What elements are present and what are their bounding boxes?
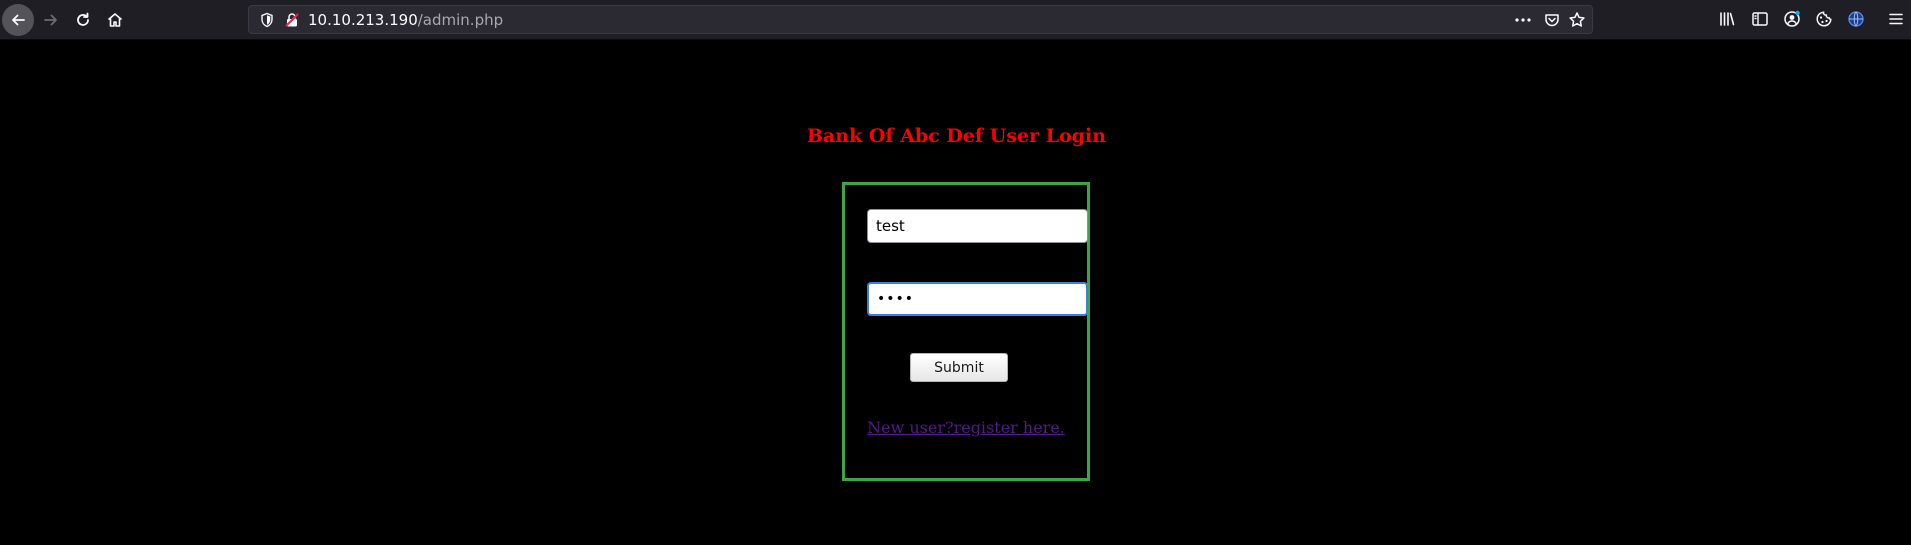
url-host: 10.10.213.190 (308, 11, 418, 29)
reload-button[interactable] (67, 4, 99, 36)
reload-icon (77, 12, 89, 26)
account-icon[interactable] (1783, 10, 1801, 32)
forward-arrow-icon (44, 14, 57, 26)
hamburger-menu-icon[interactable] (1887, 10, 1905, 32)
browser-toolbar: 10.10.213.190/admin.php (0, 0, 1911, 40)
globe-extension-icon[interactable] (1847, 10, 1865, 32)
login-form-box: Submit New user?register here. (842, 182, 1090, 481)
back-arrow-icon (12, 14, 25, 26)
back-button[interactable] (2, 4, 34, 36)
page-title: Bank Of Abc Def User Login (806, 125, 1107, 147)
page-actions-ellipsis-icon[interactable] (1514, 12, 1532, 32)
url-path: /admin.php (417, 11, 504, 29)
submit-button[interactable]: Submit (910, 353, 1008, 382)
tracking-protection-shield-icon[interactable] (259, 12, 275, 32)
password-input[interactable] (867, 282, 1088, 316)
register-link[interactable]: New user?register here. (863, 418, 1069, 437)
username-input[interactable] (867, 209, 1088, 243)
url-bar[interactable]: 10.10.213.190/admin.php (248, 5, 1593, 34)
home-button[interactable] (99, 4, 131, 36)
bookmark-star-icon[interactable] (1568, 11, 1586, 33)
home-icon (107, 13, 123, 27)
url-text[interactable]: 10.10.213.190/admin.php (308, 11, 503, 29)
forward-button[interactable] (35, 4, 67, 36)
pocket-icon[interactable] (1544, 12, 1560, 32)
sidebar-icon[interactable] (1751, 10, 1769, 32)
insecure-lock-icon[interactable] (284, 12, 300, 32)
cookie-extension-icon[interactable] (1815, 10, 1833, 32)
library-icon[interactable] (1718, 10, 1736, 32)
